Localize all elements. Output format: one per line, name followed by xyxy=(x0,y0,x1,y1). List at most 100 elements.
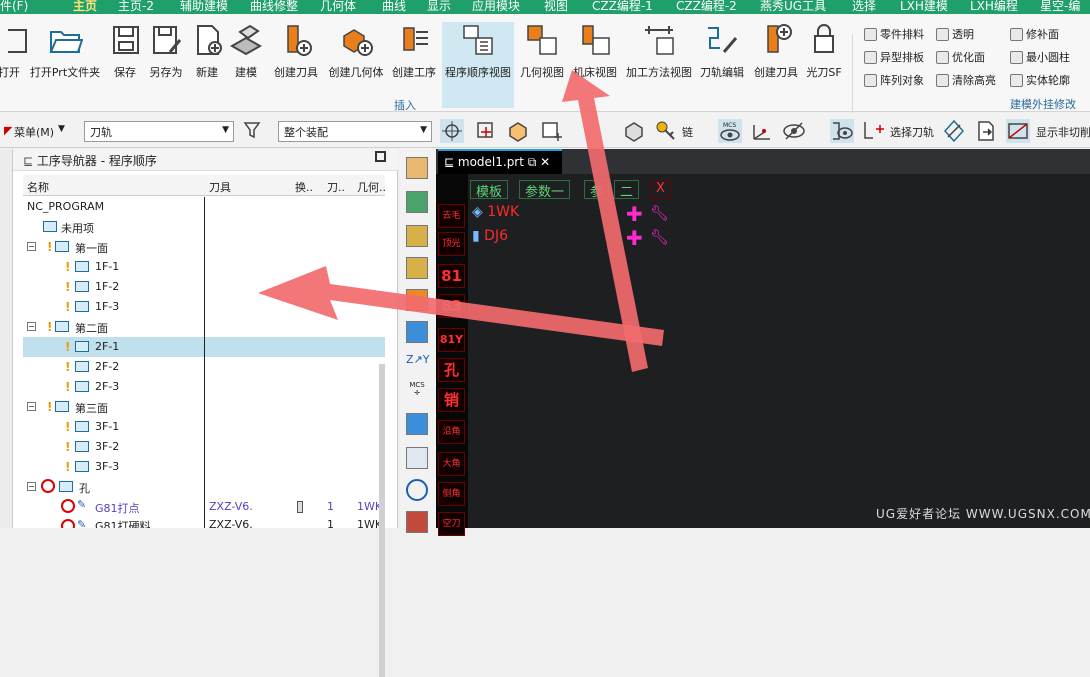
solid-outline-button[interactable]: 实体轮廓 xyxy=(1010,72,1070,88)
tool-button-1[interactable] xyxy=(406,157,428,179)
shortcut-air-cut[interactable]: 空刀 xyxy=(438,512,465,536)
menu-geometry[interactable]: 几何体 xyxy=(320,0,356,14)
shortcut-side-corner[interactable]: 侧角 xyxy=(438,482,465,506)
menu-lxh-model[interactable]: LXH建模 xyxy=(900,0,948,14)
part-nesting-button[interactable]: 零件排料 xyxy=(864,26,924,42)
create-tool-2-button[interactable]: 创建刀具 xyxy=(750,22,802,108)
col-tool-num[interactable]: 刀.. xyxy=(327,179,345,195)
wrench-dj6-icon[interactable]: 🔧︎ xyxy=(650,228,669,246)
menu-czz1[interactable]: CZZ编程-1 xyxy=(592,0,653,14)
template-button[interactable]: 模板 xyxy=(470,180,509,200)
open-button[interactable]: 打开 xyxy=(0,22,27,108)
pin-icon[interactable]: ⧉ xyxy=(528,155,540,169)
collapse-icon[interactable]: − xyxy=(27,482,36,491)
hide-eye-icon[interactable] xyxy=(782,119,806,143)
col-name[interactable]: 名称 xyxy=(27,179,49,195)
method-view-button[interactable]: 加工方法视图 xyxy=(624,22,694,108)
show-noncut-icon[interactable] xyxy=(1006,119,1030,143)
type-filter-combo[interactable]: 刀轨 ▼ xyxy=(84,121,234,142)
shortcut-top-finish[interactable]: 顶光 xyxy=(438,232,465,256)
menu-file[interactable]: 件(F) xyxy=(0,0,28,14)
tool-button-5[interactable] xyxy=(406,289,428,311)
item-dj6[interactable]: ▮ DJ6 xyxy=(472,228,508,244)
collapse-icon[interactable]: − xyxy=(27,242,36,251)
shortcut-hole[interactable]: 孔 xyxy=(438,358,465,382)
menu-curve[interactable]: 曲线 xyxy=(382,0,406,14)
min-cylinder-button[interactable]: 最小圆柱 xyxy=(1010,49,1070,65)
menu-app[interactable]: 应用模块 xyxy=(472,0,520,14)
save-as-button[interactable]: 另存为 xyxy=(146,22,186,108)
axis-icon[interactable] xyxy=(750,119,774,143)
show-toolpath-icon[interactable] xyxy=(830,119,854,143)
tool-button-8[interactable] xyxy=(406,447,428,469)
tool-button-9[interactable] xyxy=(406,511,428,533)
finish-sf-button[interactable]: 光刀SF xyxy=(806,22,842,108)
col-geometry[interactable]: 几何.. xyxy=(357,179,386,195)
param1-button[interactable]: 参数一 xyxy=(519,180,571,200)
menu-xingkong[interactable]: 星空-编 xyxy=(1040,0,1080,14)
resource-bar[interactable] xyxy=(0,149,13,528)
close-icon[interactable]: ✕ xyxy=(540,155,550,169)
menu-display[interactable]: 显示 xyxy=(427,0,451,14)
optimize-face-button[interactable]: 优化面 xyxy=(936,49,985,65)
mcs-eye-icon[interactable]: MCS xyxy=(718,119,742,143)
mcs-icon[interactable]: MCS ✛ xyxy=(406,381,428,403)
tool-button-6[interactable] xyxy=(406,321,428,343)
chain-label[interactable]: 链 xyxy=(682,124,693,140)
transparent-button[interactable]: 透明 xyxy=(936,26,974,42)
assembly-scope-combo[interactable]: 整个装配 ▼ xyxy=(278,121,432,142)
menu-select[interactable]: 选择 xyxy=(852,0,876,14)
vertical-scrollbar[interactable] xyxy=(379,364,385,677)
select-feature-icon[interactable] xyxy=(474,119,498,143)
xyz-axis-icon[interactable]: Z↗Y xyxy=(406,353,429,375)
toolpath-edit-button[interactable]: 刀轨编辑 xyxy=(698,22,746,108)
menu-home2[interactable]: 主页-2 xyxy=(118,0,154,14)
shortcut-deburr[interactable]: 去毛 xyxy=(438,204,465,228)
menu-dropdown[interactable]: 菜单(M) xyxy=(14,124,54,140)
compass-icon[interactable] xyxy=(406,479,428,501)
tab-model1[interactable]: ⊑ model1.prt ⧉ ✕ xyxy=(438,149,562,174)
key-icon[interactable] xyxy=(654,119,678,143)
add-dj6-icon[interactable]: ✚ xyxy=(626,226,643,250)
col-change[interactable]: 换.. xyxy=(295,179,313,195)
col-tool[interactable]: 刀具 xyxy=(209,179,231,195)
create-geometry-button[interactable]: 创建几何体 xyxy=(326,22,386,108)
param-button[interactable]: 参 xyxy=(584,180,610,200)
clear-highlight-button[interactable]: 清除高亮 xyxy=(936,72,996,88)
shortcut-edge-corner[interactable]: 沿角 xyxy=(438,420,465,444)
shortcut-81[interactable]: 81 xyxy=(438,264,465,288)
wrench-1wk-icon[interactable]: 🔧︎ xyxy=(650,204,669,222)
tool-button-4[interactable] xyxy=(406,257,428,279)
menu-home[interactable]: 主页 xyxy=(73,0,97,14)
menu-view[interactable]: 视图 xyxy=(544,0,568,14)
filter-icon[interactable] xyxy=(242,119,266,143)
create-operation-button[interactable]: 创建工序 xyxy=(390,22,438,108)
new-button[interactable]: 新建 xyxy=(190,22,224,108)
patch-face-button[interactable]: 修补面 xyxy=(1010,26,1059,42)
graphics-window[interactable]: ✲ 模板 参数一 参 二 X ◈ 1WK ▮ DJ6 ✚ 🔧︎ ✚ 🔧︎ xyxy=(436,174,1090,528)
geometry-view-button[interactable]: 几何视图 xyxy=(518,22,566,108)
maximize-icon[interactable] xyxy=(375,151,386,162)
shortcut-83[interactable]: 83 xyxy=(438,294,465,318)
item-1wk[interactable]: ◈ 1WK xyxy=(472,204,519,220)
shortcut-81y[interactable]: 81Y xyxy=(438,328,465,352)
document-arrow-icon[interactable] xyxy=(974,119,998,143)
shortcut-pin[interactable]: 销 xyxy=(438,388,465,412)
save-button[interactable]: 保存 xyxy=(108,22,142,108)
array-object-button[interactable]: 阵列对象 xyxy=(864,72,924,88)
tool-button-2[interactable] xyxy=(406,191,428,213)
menu-aux-model[interactable]: 辅助建模 xyxy=(180,0,228,14)
param2-button[interactable]: 二 xyxy=(614,180,640,200)
create-tool-button[interactable]: 创建刀具 xyxy=(270,22,322,108)
program-order-view-button[interactable]: 程序顺序视图 xyxy=(442,22,514,108)
collapse-icon[interactable]: − xyxy=(27,322,36,331)
select-solid-icon[interactable] xyxy=(622,119,646,143)
close-x-button[interactable]: X xyxy=(650,180,671,199)
show-noncut-label[interactable]: 显示非切削 xyxy=(1036,124,1090,140)
menu-lxh-prog[interactable]: LXH编程 xyxy=(970,0,1018,14)
open-prt-folder-button[interactable]: 打开Prt文件夹 xyxy=(28,22,102,108)
tool-button-3[interactable] xyxy=(406,225,428,247)
select-toolpath-label[interactable]: 选择刀轨 xyxy=(890,124,934,140)
add-1wk-icon[interactable]: ✚ xyxy=(626,202,643,226)
menu-yanxiu[interactable]: 燕秀UG工具 xyxy=(760,0,826,14)
